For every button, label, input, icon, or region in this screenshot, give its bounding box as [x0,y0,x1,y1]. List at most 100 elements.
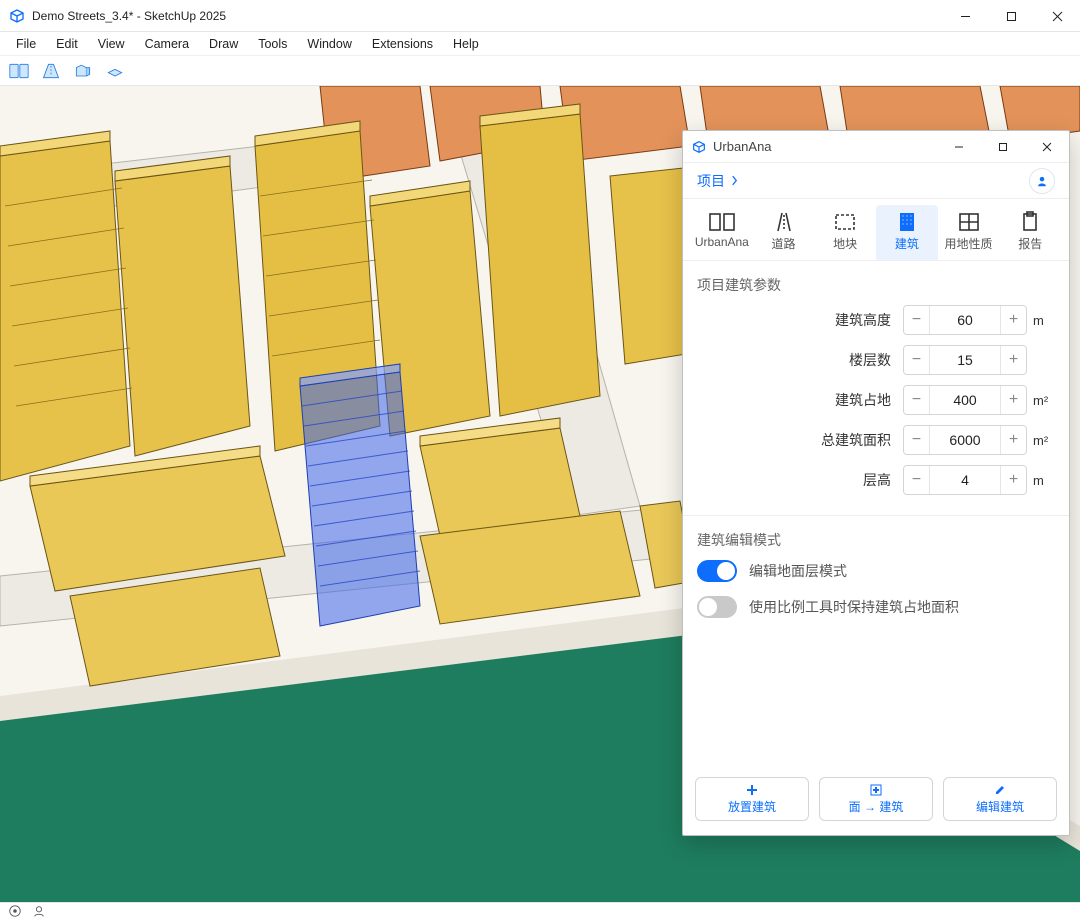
panel-breadcrumb-bar: 项目 [683,163,1069,199]
tab-roads[interactable]: 道路 [753,205,815,260]
height-stepper: − + [903,305,1027,335]
plus-icon [746,783,758,797]
menu-extensions[interactable]: Extensions [362,34,443,54]
sketchup-logo-icon [8,7,26,25]
tab-buildings[interactable]: 建筑 [876,205,938,260]
param-label: 建筑占地 [835,390,891,410]
extension-toolbar [0,56,1080,86]
keep-footprint-toggle[interactable] [697,596,737,618]
decrement-button[interactable]: − [904,306,930,334]
minimize-button[interactable] [942,0,988,32]
gross-area-input[interactable] [930,432,1000,448]
maximize-button[interactable] [988,0,1034,32]
urbanana-panel: UrbanAna 项目 UrbanAna 道路 地块 [682,130,1070,836]
main-menubar: File Edit View Camera Draw Tools Window … [0,32,1080,56]
menu-file[interactable]: File [6,34,46,54]
tab-label: 地块 [833,235,857,252]
increment-button[interactable]: + [1000,466,1026,494]
tab-label: 建筑 [895,235,919,252]
action-label: 放置建筑 [728,798,776,815]
panel-tabs: UrbanAna 道路 地块 建筑 用地性质 报告 [683,199,1069,261]
plus-square-icon [870,783,882,797]
panel-tabs-urbanana-icon [708,211,736,233]
unit-label: m [1033,313,1055,328]
decrement-button[interactable]: − [904,466,930,494]
increment-button[interactable]: + [1000,426,1026,454]
tool-road-icon[interactable] [38,59,64,83]
panel-close-button[interactable] [1025,131,1069,163]
toggle-row-keep-footprint: 使用比例工具时保持建筑占地面积 [697,596,1055,618]
status-geo-icon[interactable] [8,904,22,923]
place-building-button[interactable]: 放置建筑 [695,777,809,821]
floors-stepper: − + [903,345,1027,375]
statusbar [0,902,1080,924]
tab-report[interactable]: 报告 [999,205,1061,260]
action-label: 面 → 建筑 [849,798,904,815]
section-title: 建筑编辑模式 [697,530,1055,550]
decrement-button[interactable]: − [904,386,930,414]
floor-height-input[interactable] [930,472,1000,488]
increment-button[interactable]: + [1000,386,1026,414]
decrement-button[interactable]: − [904,346,930,374]
unit-label: m² [1033,433,1055,448]
menu-tools[interactable]: Tools [248,34,297,54]
building-icon [893,211,921,233]
menu-view[interactable]: View [88,34,135,54]
panel-minimize-button[interactable] [937,131,981,163]
selected-building [300,364,420,626]
toggle-label: 使用比例工具时保持建筑占地面积 [749,597,959,617]
menu-edit[interactable]: Edit [46,34,88,54]
param-row-footprint: 建筑占地 − + m² [697,385,1055,415]
clipboard-icon [1016,211,1044,233]
main-window-titlebar: Demo Streets_3.4* - SketchUp 2025 [0,0,1080,32]
increment-button[interactable]: + [1000,306,1026,334]
menu-draw[interactable]: Draw [199,34,248,54]
tool-panel-icon[interactable] [6,59,32,83]
ground-mode-toggle[interactable] [697,560,737,582]
breadcrumb-label: 项目 [697,171,725,191]
unit-label: m [1033,473,1055,488]
panel-logo-icon [691,139,707,155]
tab-parcels[interactable]: 地块 [814,205,876,260]
decrement-button[interactable]: − [904,426,930,454]
panel-titlebar[interactable]: UrbanAna [683,131,1069,163]
status-user-icon[interactable] [32,904,46,923]
action-label: 编辑建筑 [976,798,1024,815]
footprint-stepper: − + [903,385,1027,415]
param-label: 总建筑面积 [821,430,891,450]
param-row-floor-height: 层高 − + m [697,465,1055,495]
pencil-icon [994,783,1006,797]
menu-window[interactable]: Window [297,34,361,54]
footprint-input[interactable] [930,392,1000,408]
gross-area-stepper: − + [903,425,1027,455]
main-window-controls [942,0,1080,31]
menu-camera[interactable]: Camera [135,34,199,54]
tab-label: 用地性质 [945,235,993,252]
panel-title: UrbanAna [713,139,937,154]
user-avatar-button[interactable] [1029,168,1055,194]
height-input[interactable] [930,312,1000,328]
unit-label: m² [1033,393,1055,408]
tab-urbanana[interactable]: UrbanAna [691,205,753,260]
param-row-floors: 楼层数 − + [697,345,1055,375]
close-button[interactable] [1034,0,1080,32]
menu-help[interactable]: Help [443,34,489,54]
section-title: 项目建筑参数 [697,275,1055,295]
panel-maximize-button[interactable] [981,131,1025,163]
toggle-row-ground-mode: 编辑地面层模式 [697,560,1055,582]
edit-building-button[interactable]: 编辑建筑 [943,777,1057,821]
grid-icon [955,211,983,233]
param-row-gross-area: 总建筑面积 − + m² [697,425,1055,455]
param-label: 层高 [863,470,891,490]
tab-landuse[interactable]: 用地性质 [938,205,1000,260]
face-to-building-button[interactable]: 面 → 建筑 [819,777,933,821]
tab-label: UrbanAna [695,235,749,249]
tool-building-icon[interactable] [70,59,96,83]
section-building-params: 项目建筑参数 建筑高度 − + m 楼层数 − + 建筑占地 − [683,261,1069,516]
floors-input[interactable] [930,352,1000,368]
floor-height-stepper: − + [903,465,1027,495]
increment-button[interactable]: + [1000,346,1026,374]
param-label: 楼层数 [849,350,891,370]
breadcrumb[interactable]: 项目 [697,171,738,191]
tool-parcel-icon[interactable] [102,59,128,83]
